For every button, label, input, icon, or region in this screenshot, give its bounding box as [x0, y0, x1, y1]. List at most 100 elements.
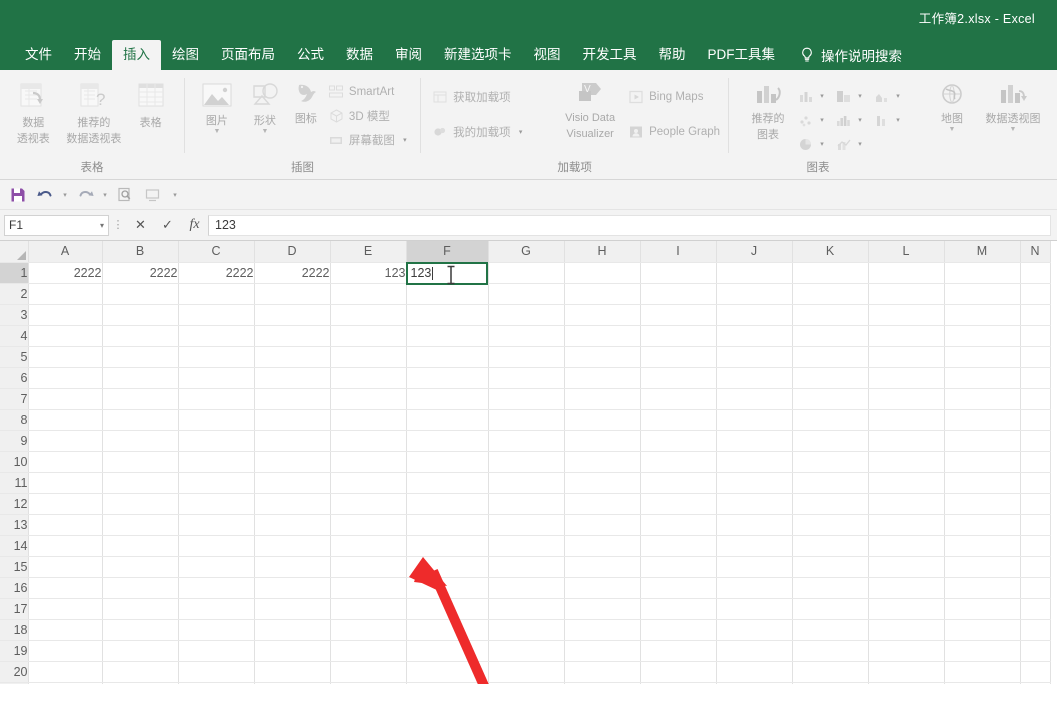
- icons-button[interactable]: 图标: [289, 75, 323, 125]
- cell-c3[interactable]: [178, 304, 255, 326]
- tab-new-tab[interactable]: 新建选项卡: [433, 40, 523, 70]
- cell-f9[interactable]: [406, 430, 489, 452]
- cell-m15[interactable]: [944, 556, 1021, 578]
- cell-i20[interactable]: [640, 661, 717, 683]
- cell-j14[interactable]: [716, 535, 793, 557]
- cell-b20[interactable]: [102, 661, 179, 683]
- cell-b15[interactable]: [102, 556, 179, 578]
- row-header-4[interactable]: 4: [0, 325, 29, 347]
- bar-chart-caret-icon[interactable]: ▾: [855, 92, 865, 100]
- combo-chart-button[interactable]: ▾: [835, 137, 873, 152]
- cell-j6[interactable]: [716, 367, 793, 389]
- cell-k6[interactable]: [792, 367, 869, 389]
- cell-j18[interactable]: [716, 619, 793, 641]
- cell-d10[interactable]: [254, 451, 331, 473]
- cell-h10[interactable]: [564, 451, 641, 473]
- cell-c17[interactable]: [178, 598, 255, 620]
- cell-b2[interactable]: [102, 283, 179, 305]
- redo-dropdown-icon[interactable]: ▾: [100, 191, 110, 199]
- 3d-model-button[interactable]: 3D 模型: [329, 106, 410, 125]
- cell-c20[interactable]: [178, 661, 255, 683]
- cell-n1[interactable]: [1020, 262, 1051, 284]
- cell-g4[interactable]: [488, 325, 565, 347]
- cell-l11[interactable]: [868, 472, 945, 494]
- pie-chart-button[interactable]: ▾: [797, 137, 835, 152]
- cell-l17[interactable]: [868, 598, 945, 620]
- tab-help[interactable]: 帮助: [648, 40, 697, 70]
- cell-i16[interactable]: [640, 577, 717, 599]
- cell-j16[interactable]: [716, 577, 793, 599]
- stock-chart-button[interactable]: ▾: [873, 113, 911, 128]
- cell-f21[interactable]: [406, 682, 489, 684]
- cell-f2[interactable]: [406, 283, 489, 305]
- cell-n10[interactable]: [1020, 451, 1051, 473]
- cell-g18[interactable]: [488, 619, 565, 641]
- cell-b13[interactable]: [102, 514, 179, 536]
- cell-i3[interactable]: [640, 304, 717, 326]
- cell-b6[interactable]: [102, 367, 179, 389]
- cell-h2[interactable]: [564, 283, 641, 305]
- cell-a3[interactable]: [28, 304, 103, 326]
- cell-k10[interactable]: [792, 451, 869, 473]
- cell-h6[interactable]: [564, 367, 641, 389]
- cell-m4[interactable]: [944, 325, 1021, 347]
- cell-f16[interactable]: [406, 577, 489, 599]
- column-header-g[interactable]: G: [488, 241, 565, 263]
- cell-c4[interactable]: [178, 325, 255, 347]
- save-button[interactable]: [6, 183, 30, 207]
- cell-f10[interactable]: [406, 451, 489, 473]
- cell-c15[interactable]: [178, 556, 255, 578]
- column-header-m[interactable]: M: [944, 241, 1021, 263]
- redo-button[interactable]: [73, 183, 97, 207]
- cell-b14[interactable]: [102, 535, 179, 557]
- cell-a12[interactable]: [28, 493, 103, 515]
- cell-m19[interactable]: [944, 640, 1021, 662]
- cell-f18[interactable]: [406, 619, 489, 641]
- my-addins-button[interactable]: 我的加载项 ▾: [433, 122, 551, 141]
- tab-view[interactable]: 视图: [523, 40, 572, 70]
- cell-c9[interactable]: [178, 430, 255, 452]
- cell-i1[interactable]: [640, 262, 717, 284]
- cell-h21[interactable]: [564, 682, 641, 684]
- cell-e8[interactable]: [330, 409, 407, 431]
- cell-j13[interactable]: [716, 514, 793, 536]
- cell-n4[interactable]: [1020, 325, 1051, 347]
- cell-i4[interactable]: [640, 325, 717, 347]
- cell-l10[interactable]: [868, 451, 945, 473]
- cell-d14[interactable]: [254, 535, 331, 557]
- tab-pdf-toolkit[interactable]: PDF工具集: [697, 40, 787, 70]
- touch-mode-button[interactable]: [140, 183, 164, 207]
- tab-developer[interactable]: 开发工具: [572, 40, 648, 70]
- cell-i17[interactable]: [640, 598, 717, 620]
- tab-page-layout[interactable]: 页面布局: [210, 40, 286, 70]
- row-header-6[interactable]: 6: [0, 367, 29, 389]
- column-chart-button[interactable]: ▾: [797, 89, 835, 104]
- cell-j8[interactable]: [716, 409, 793, 431]
- cell-j12[interactable]: [716, 493, 793, 515]
- row-header-11[interactable]: 11: [0, 472, 29, 494]
- cell-d17[interactable]: [254, 598, 331, 620]
- cell-n21[interactable]: [1020, 682, 1051, 684]
- cell-h18[interactable]: [564, 619, 641, 641]
- waterfall-chart-button[interactable]: ▾: [873, 89, 911, 104]
- map-chart-button[interactable]: 地图 ▼: [927, 75, 977, 133]
- cell-c16[interactable]: [178, 577, 255, 599]
- tell-me-search[interactable]: 操作说明搜索: [800, 40, 902, 70]
- cell-e21[interactable]: [330, 682, 407, 684]
- tab-insert[interactable]: 插入: [112, 40, 161, 70]
- cell-f19[interactable]: [406, 640, 489, 662]
- cell-f4[interactable]: [406, 325, 489, 347]
- formula-input[interactable]: 123: [208, 214, 1051, 236]
- cell-l12[interactable]: [868, 493, 945, 515]
- cell-n12[interactable]: [1020, 493, 1051, 515]
- column-header-n[interactable]: N: [1020, 241, 1051, 263]
- pivot-table-button[interactable]: 数据 透视表: [4, 75, 63, 146]
- pictures-button[interactable]: 图片 ▼: [193, 75, 241, 135]
- cell-l8[interactable]: [868, 409, 945, 431]
- cell-j11[interactable]: [716, 472, 793, 494]
- scatter-chart-caret-icon[interactable]: ▾: [817, 116, 827, 124]
- cell-j21[interactable]: [716, 682, 793, 684]
- cell-d9[interactable]: [254, 430, 331, 452]
- cell-d12[interactable]: [254, 493, 331, 515]
- cell-e16[interactable]: [330, 577, 407, 599]
